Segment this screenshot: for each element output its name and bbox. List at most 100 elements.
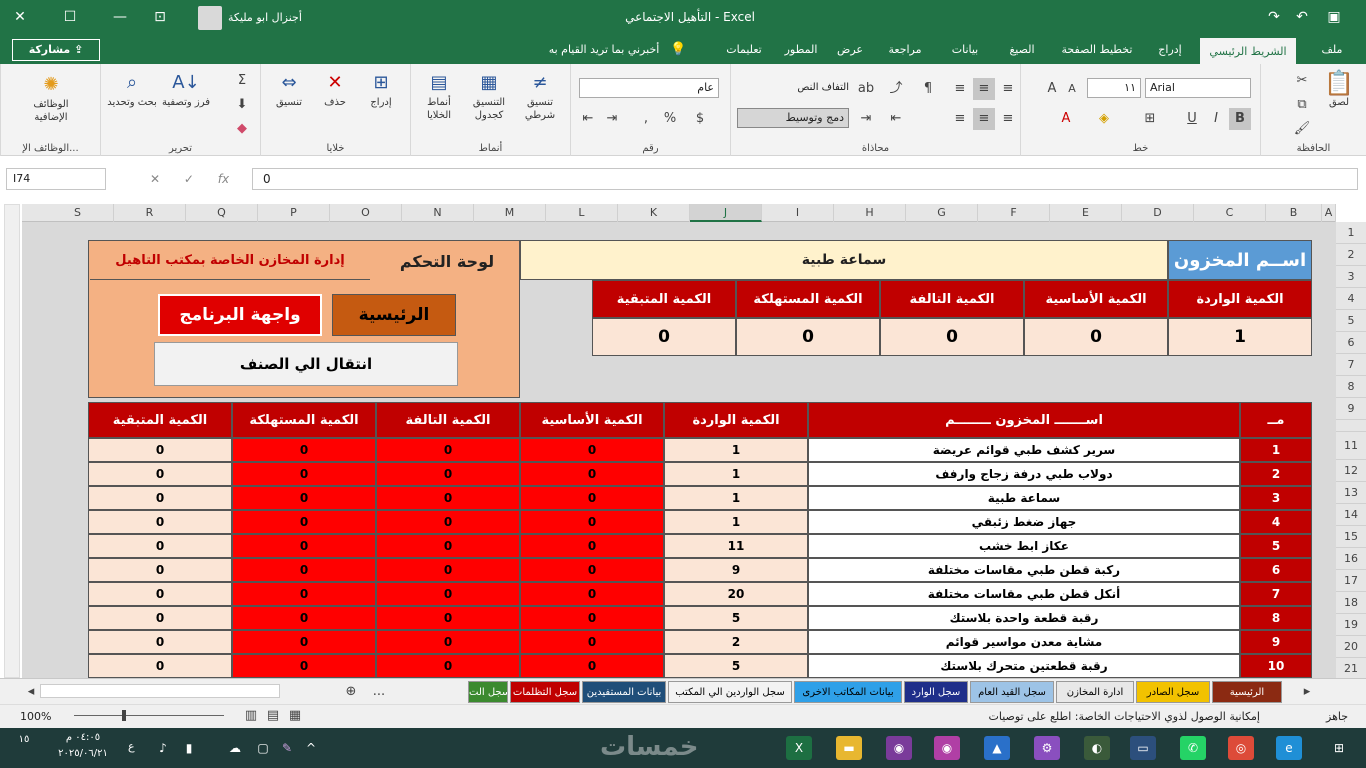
column-header-b[interactable]: B [1266,204,1322,222]
table-row-cell[interactable]: 0 [520,438,664,462]
table-row-cell[interactable]: 0 [376,486,520,510]
top-value-cell[interactable]: 0 [736,318,880,356]
table-row-cell[interactable]: 0 [232,486,376,510]
cell-styles-button[interactable]: ▤ أنماط الخلايا [415,72,463,122]
user-name[interactable]: أجنزال ابو مليكة [228,11,302,24]
column-header-q[interactable]: Q [186,204,258,222]
table-row-cell[interactable]: 10 [1240,654,1312,678]
row-header[interactable]: 19 [1336,614,1366,636]
column-header-n[interactable]: N [402,204,474,222]
row-header[interactable]: 12 [1336,460,1366,482]
table-row-cell[interactable]: 1 [664,438,808,462]
cloud-icon[interactable]: ☁ [222,736,248,760]
column-header-s[interactable]: S [42,204,114,222]
close-icon[interactable]: ✕ [8,6,32,28]
tab-help[interactable]: تعليمات [724,36,764,64]
horizontal-scrollbar[interactable] [40,684,280,698]
ribbon-display-icon[interactable]: ⊡ [148,6,172,28]
zoom-slider[interactable] [64,709,234,723]
column-header-i[interactable]: I [762,204,834,222]
table-row-cell[interactable]: 0 [88,534,232,558]
table-row-cell[interactable]: 0 [520,606,664,630]
wrap-text-button[interactable]: التفاف النص [737,78,849,98]
row-header[interactable]: 20 [1336,636,1366,658]
table-row-cell[interactable]: 0 [376,606,520,630]
clock-date[interactable]: ٢٠٢٥/٠٦/٢١ [52,748,114,759]
clear-icon[interactable]: ◆ [231,118,253,140]
comma-icon[interactable]: , [635,108,657,130]
table-row-cell[interactable]: 0 [232,510,376,534]
align-center-icon[interactable]: ≡ [973,108,995,130]
tab-view[interactable]: عرض [830,36,870,64]
indent-increase-icon[interactable]: ⇥ [855,108,877,130]
table-row-name[interactable]: أنكل قطن طبي مقاسات مختلفة [808,582,1240,606]
table-row-cell[interactable]: 9 [1240,630,1312,654]
table-row-cell[interactable]: 5 [664,606,808,630]
text-direction-icon[interactable]: ab [855,78,877,100]
table-row-name[interactable]: ركبة قطن طبي مقاسات مختلفة [808,558,1240,582]
autosum-icon[interactable]: Σ [231,70,253,92]
table-row-cell[interactable]: 0 [520,582,664,606]
row-header[interactable]: 7 [1336,354,1366,376]
redo-icon[interactable]: ↷ [1262,6,1286,28]
zoom-level[interactable]: 100% [20,710,51,723]
excel-icon[interactable]: X [786,736,812,760]
table-row-cell[interactable]: 0 [232,438,376,462]
top-value-cell[interactable]: 1 [1168,318,1312,356]
tab-formulas[interactable]: الصيغ [1000,36,1044,64]
main-button[interactable]: الرئيسية [332,294,456,336]
insert-cells-button[interactable]: ⊞ إدراج [359,72,403,109]
table-row-cell[interactable]: 0 [520,462,664,486]
sheet-tab-8[interactable]: سجل التظلمات [510,681,580,703]
page-layout-view-icon[interactable]: ▤ [262,705,284,727]
bold-button[interactable]: B [1229,108,1251,130]
table-row-name[interactable]: سماعة طبية [808,486,1240,510]
table-row-cell[interactable]: 1 [1240,438,1312,462]
sheet-tab-6[interactable]: سجل الواردين الي المكتب [668,681,792,703]
network-icon[interactable]: ▮ [176,736,202,760]
avatar[interactable] [198,6,222,30]
cancel-icon[interactable]: ✕ [150,172,160,186]
number-format-select[interactable]: عام [579,78,719,98]
photos-icon[interactable]: ▲ [984,736,1010,760]
font-size-select[interactable]: ١١ [1087,78,1141,98]
orientation-icon[interactable]: ⤴ [885,78,907,100]
table-row-cell[interactable]: 0 [88,462,232,486]
table-row-cell[interactable]: 0 [520,558,664,582]
table-row-cell[interactable]: 0 [232,654,376,678]
whatsapp-icon[interactable]: ✆ [1180,736,1206,760]
table-row-cell[interactable]: 0 [520,534,664,558]
tell-me-box[interactable]: أخبرني بما تريد القيام به [538,36,670,64]
sheet-tab-7[interactable]: بيانات المستفيدين [582,681,666,703]
column-header-p[interactable]: P [258,204,330,222]
row-header[interactable]: 6 [1336,332,1366,354]
tab-file[interactable]: ملف [1312,36,1352,64]
chevron-up-icon[interactable]: ^ [298,736,324,760]
volume-icon[interactable]: ♪ [150,736,176,760]
table-row-cell[interactable]: 0 [88,582,232,606]
start-icon[interactable]: ⊞ [1326,736,1352,760]
top-value-cell[interactable]: 0 [1024,318,1168,356]
column-header-g[interactable]: G [906,204,978,222]
tab-home[interactable]: الشريط الرئيسي [1200,36,1296,64]
scroll-right-icon[interactable]: ▸ [1296,681,1318,703]
settings-icon[interactable]: ⚙ [1034,736,1060,760]
tab-developer[interactable]: المطور [776,36,826,64]
table-row-cell[interactable]: 4 [1240,510,1312,534]
notification-badge[interactable]: ١٥ [4,734,44,745]
meet-icon[interactable]: ▢ [250,736,276,760]
table-row-cell[interactable]: 6 [1240,558,1312,582]
table-row-cell[interactable]: 2 [664,630,808,654]
shrink-font-icon[interactable]: A [1061,78,1083,100]
table-row-cell[interactable]: 0 [232,534,376,558]
folder-icon[interactable]: ▬ [836,736,862,760]
table-row-cell[interactable]: 1 [664,510,808,534]
table-row-name[interactable]: جهاز ضغط زئبقي [808,510,1240,534]
sheet-tab-0[interactable]: الرئيسية [1212,681,1282,703]
column-header-f[interactable]: F [978,204,1050,222]
table-row-cell[interactable]: 0 [232,630,376,654]
column-header-e[interactable]: E [1050,204,1122,222]
row-header[interactable]: 14 [1336,504,1366,526]
row-header[interactable]: 3 [1336,266,1366,288]
font-color-icon[interactable]: A [1055,108,1077,130]
